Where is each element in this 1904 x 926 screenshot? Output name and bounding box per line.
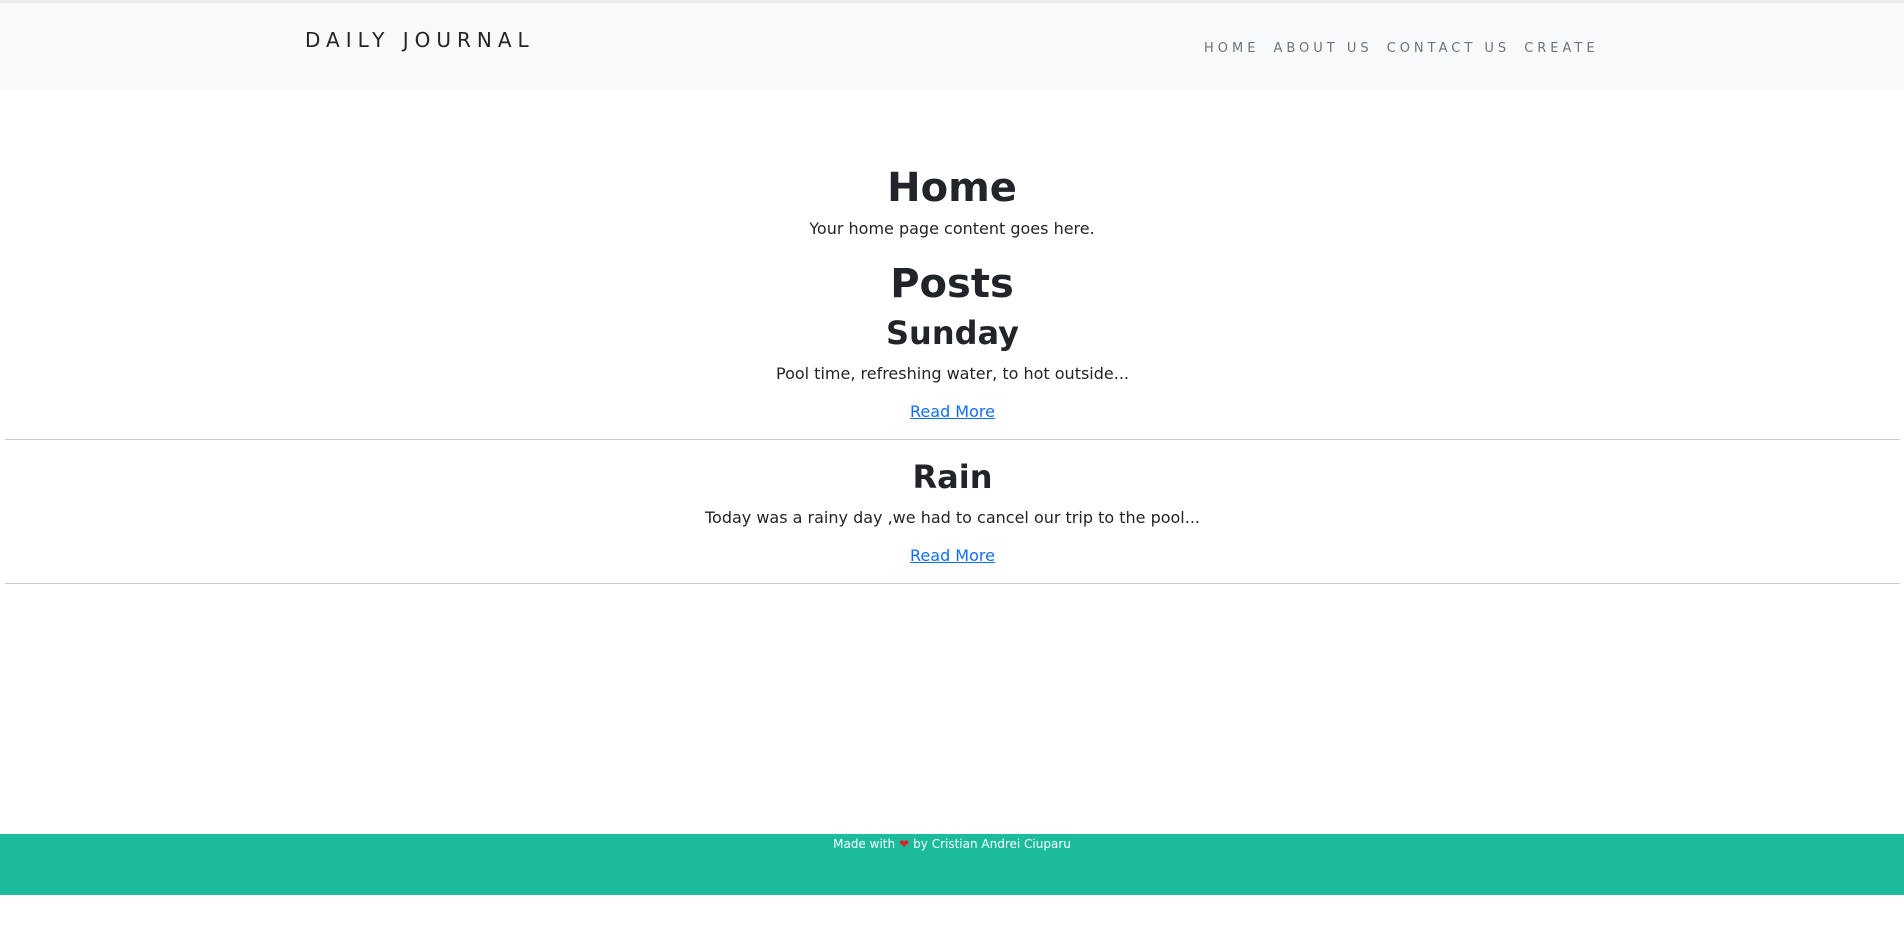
post-excerpt: Pool time, refreshing water, to hot outs… <box>775 364 1130 383</box>
post-excerpt: Today was a rainy day ,we had to cancel … <box>704 508 1200 527</box>
heart-icon: ❤ <box>899 837 910 851</box>
navbar: DAILY JOURNAL HOME ABOUT US CONTACT US C… <box>0 3 1904 90</box>
post-item: Rain Today was a rainy day ,we had to ca… <box>5 457 1900 584</box>
footer-prefix: Made with <box>833 837 896 851</box>
read-more-link[interactable]: Read More <box>910 545 995 567</box>
nav-menu: HOME ABOUT US CONTACT US CREATE <box>1204 41 1613 56</box>
read-more-link[interactable]: Read More <box>910 401 995 423</box>
page-title: Home <box>887 165 1017 211</box>
brand-logo-link[interactable]: DAILY JOURNAL <box>305 28 535 52</box>
home-intro-text: Your home page content goes here. <box>809 219 1095 238</box>
nav-link-create[interactable]: CREATE <box>1524 41 1598 56</box>
post-item: Sunday Pool time, refreshing water, to h… <box>5 313 1900 440</box>
posts-heading: Posts <box>890 261 1014 307</box>
footer: Made with ❤ by Cristian Andrei Ciuparu <box>0 834 1904 895</box>
nav-link-home[interactable]: HOME <box>1204 41 1259 56</box>
nav-link-about-us[interactable]: ABOUT US <box>1273 41 1372 56</box>
footer-author: by Cristian Andrei Ciuparu <box>913 837 1071 851</box>
post-title: Rain <box>912 458 993 496</box>
nav-link-contact-us[interactable]: CONTACT US <box>1387 41 1511 56</box>
footer-credit: Made with ❤ by Cristian Andrei Ciuparu <box>0 836 1904 852</box>
post-title: Sunday <box>886 314 1019 352</box>
